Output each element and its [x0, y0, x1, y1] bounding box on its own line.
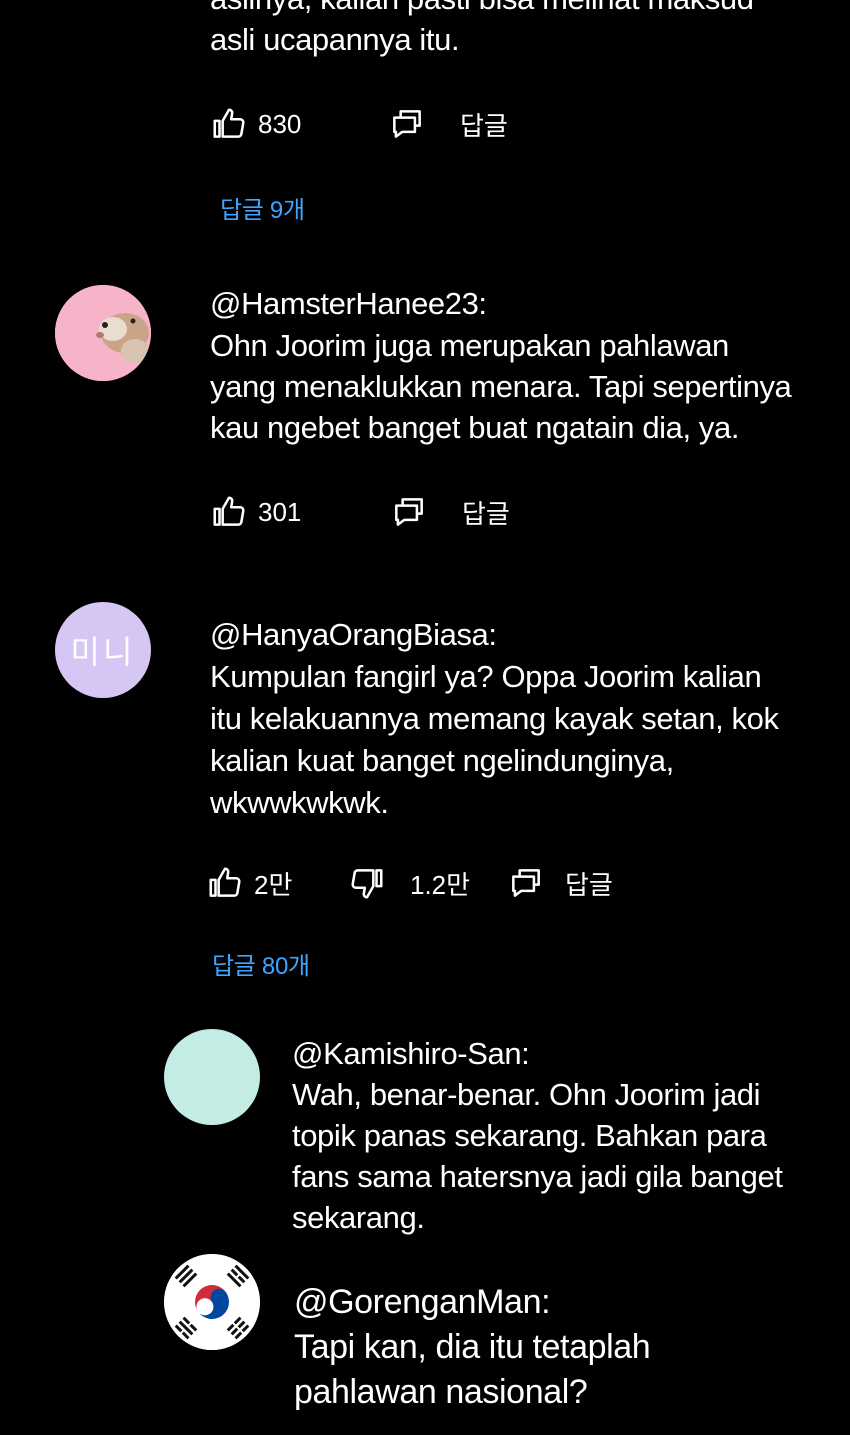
- comment-text-line: Ohn Joorim juga merupakan pahlawan: [210, 328, 729, 363]
- reply-text-line: pahlawan nasional?: [294, 1373, 588, 1411]
- comment-text-line: kau ngebet banget buat ngatain dia, ya.: [210, 410, 740, 445]
- thumb-up-icon: [213, 496, 245, 526]
- reply-author[interactable]: @GorenganMan:: [294, 1280, 551, 1324]
- comment-author[interactable]: @HamsterHanee23:: [210, 283, 487, 324]
- view-replies-link[interactable]: 답글 9개: [220, 190, 305, 225]
- reply-label: 답글: [565, 869, 613, 900]
- reply-icon: [395, 498, 423, 526]
- korean-flag-avatar: [164, 1254, 260, 1350]
- comment-text-line: yang menaklukkan menara. Tapi sepertinya: [210, 369, 792, 404]
- comment-text-line: itu kelakuannya memang kayak setan, kok: [210, 701, 779, 736]
- reply-text-line: Tapi kan, dia itu tetaplah: [294, 1328, 651, 1366]
- thumb-up-icon: [213, 108, 245, 138]
- reply-button[interactable]: 답글: [388, 105, 508, 143]
- like-count: 301: [258, 496, 302, 527]
- reply-text-line: sekarang.: [292, 1200, 425, 1235]
- like-count: 2만: [254, 869, 293, 900]
- like-button[interactable]: 830: [210, 105, 301, 143]
- reply-label: 답글: [462, 498, 510, 529]
- avatar[interactable]: [55, 285, 151, 381]
- reply-text-line: fans sama hatersnya jadi gila banget: [292, 1159, 783, 1194]
- avatar[interactable]: [164, 1029, 260, 1125]
- comment-author[interactable]: @HanyaOrangBiasa:: [210, 614, 497, 655]
- comment-text-line: aslinya, kalian pasti bisa melihat maksu…: [210, 0, 754, 19]
- comment-text-line: wkwwkwkwk.: [210, 785, 389, 820]
- like-button[interactable]: 2만: [206, 864, 292, 902]
- reply-icon: [512, 869, 540, 897]
- reply-button[interactable]: 답글: [390, 493, 510, 531]
- reply-label: 답글: [460, 110, 508, 141]
- dislike-count: 1.2만: [410, 869, 471, 900]
- reply-icon: [393, 110, 421, 138]
- reply-author[interactable]: @Kamishiro-San:: [292, 1033, 530, 1074]
- like-count: 830: [258, 108, 302, 139]
- dislike-button[interactable]: 1.2만: [348, 864, 470, 902]
- thumb-down-icon: [351, 869, 383, 899]
- thumb-up-icon: [209, 867, 241, 897]
- hamster-avatar: [55, 285, 151, 381]
- comment-text-line: Kumpulan fangirl ya? Oppa Joorim kalian: [210, 659, 762, 694]
- avatar-initials: 미니: [70, 633, 136, 671]
- reply-text-line: topik panas sekarang. Bahkan para: [292, 1118, 767, 1153]
- avatar[interactable]: [164, 1254, 260, 1350]
- comment-text-line: asli ucapannya itu.: [210, 22, 460, 57]
- comment-text-line: kalian kuat banget ngelindunginya,: [210, 743, 674, 778]
- reply-text-line: Wah, benar-benar. Ohn Joorim jadi: [292, 1077, 761, 1112]
- like-button[interactable]: 301: [210, 493, 301, 531]
- reply-button[interactable]: 답글: [507, 864, 613, 902]
- avatar[interactable]: 미니: [55, 602, 151, 698]
- view-replies-link[interactable]: 답글 80개: [212, 946, 310, 981]
